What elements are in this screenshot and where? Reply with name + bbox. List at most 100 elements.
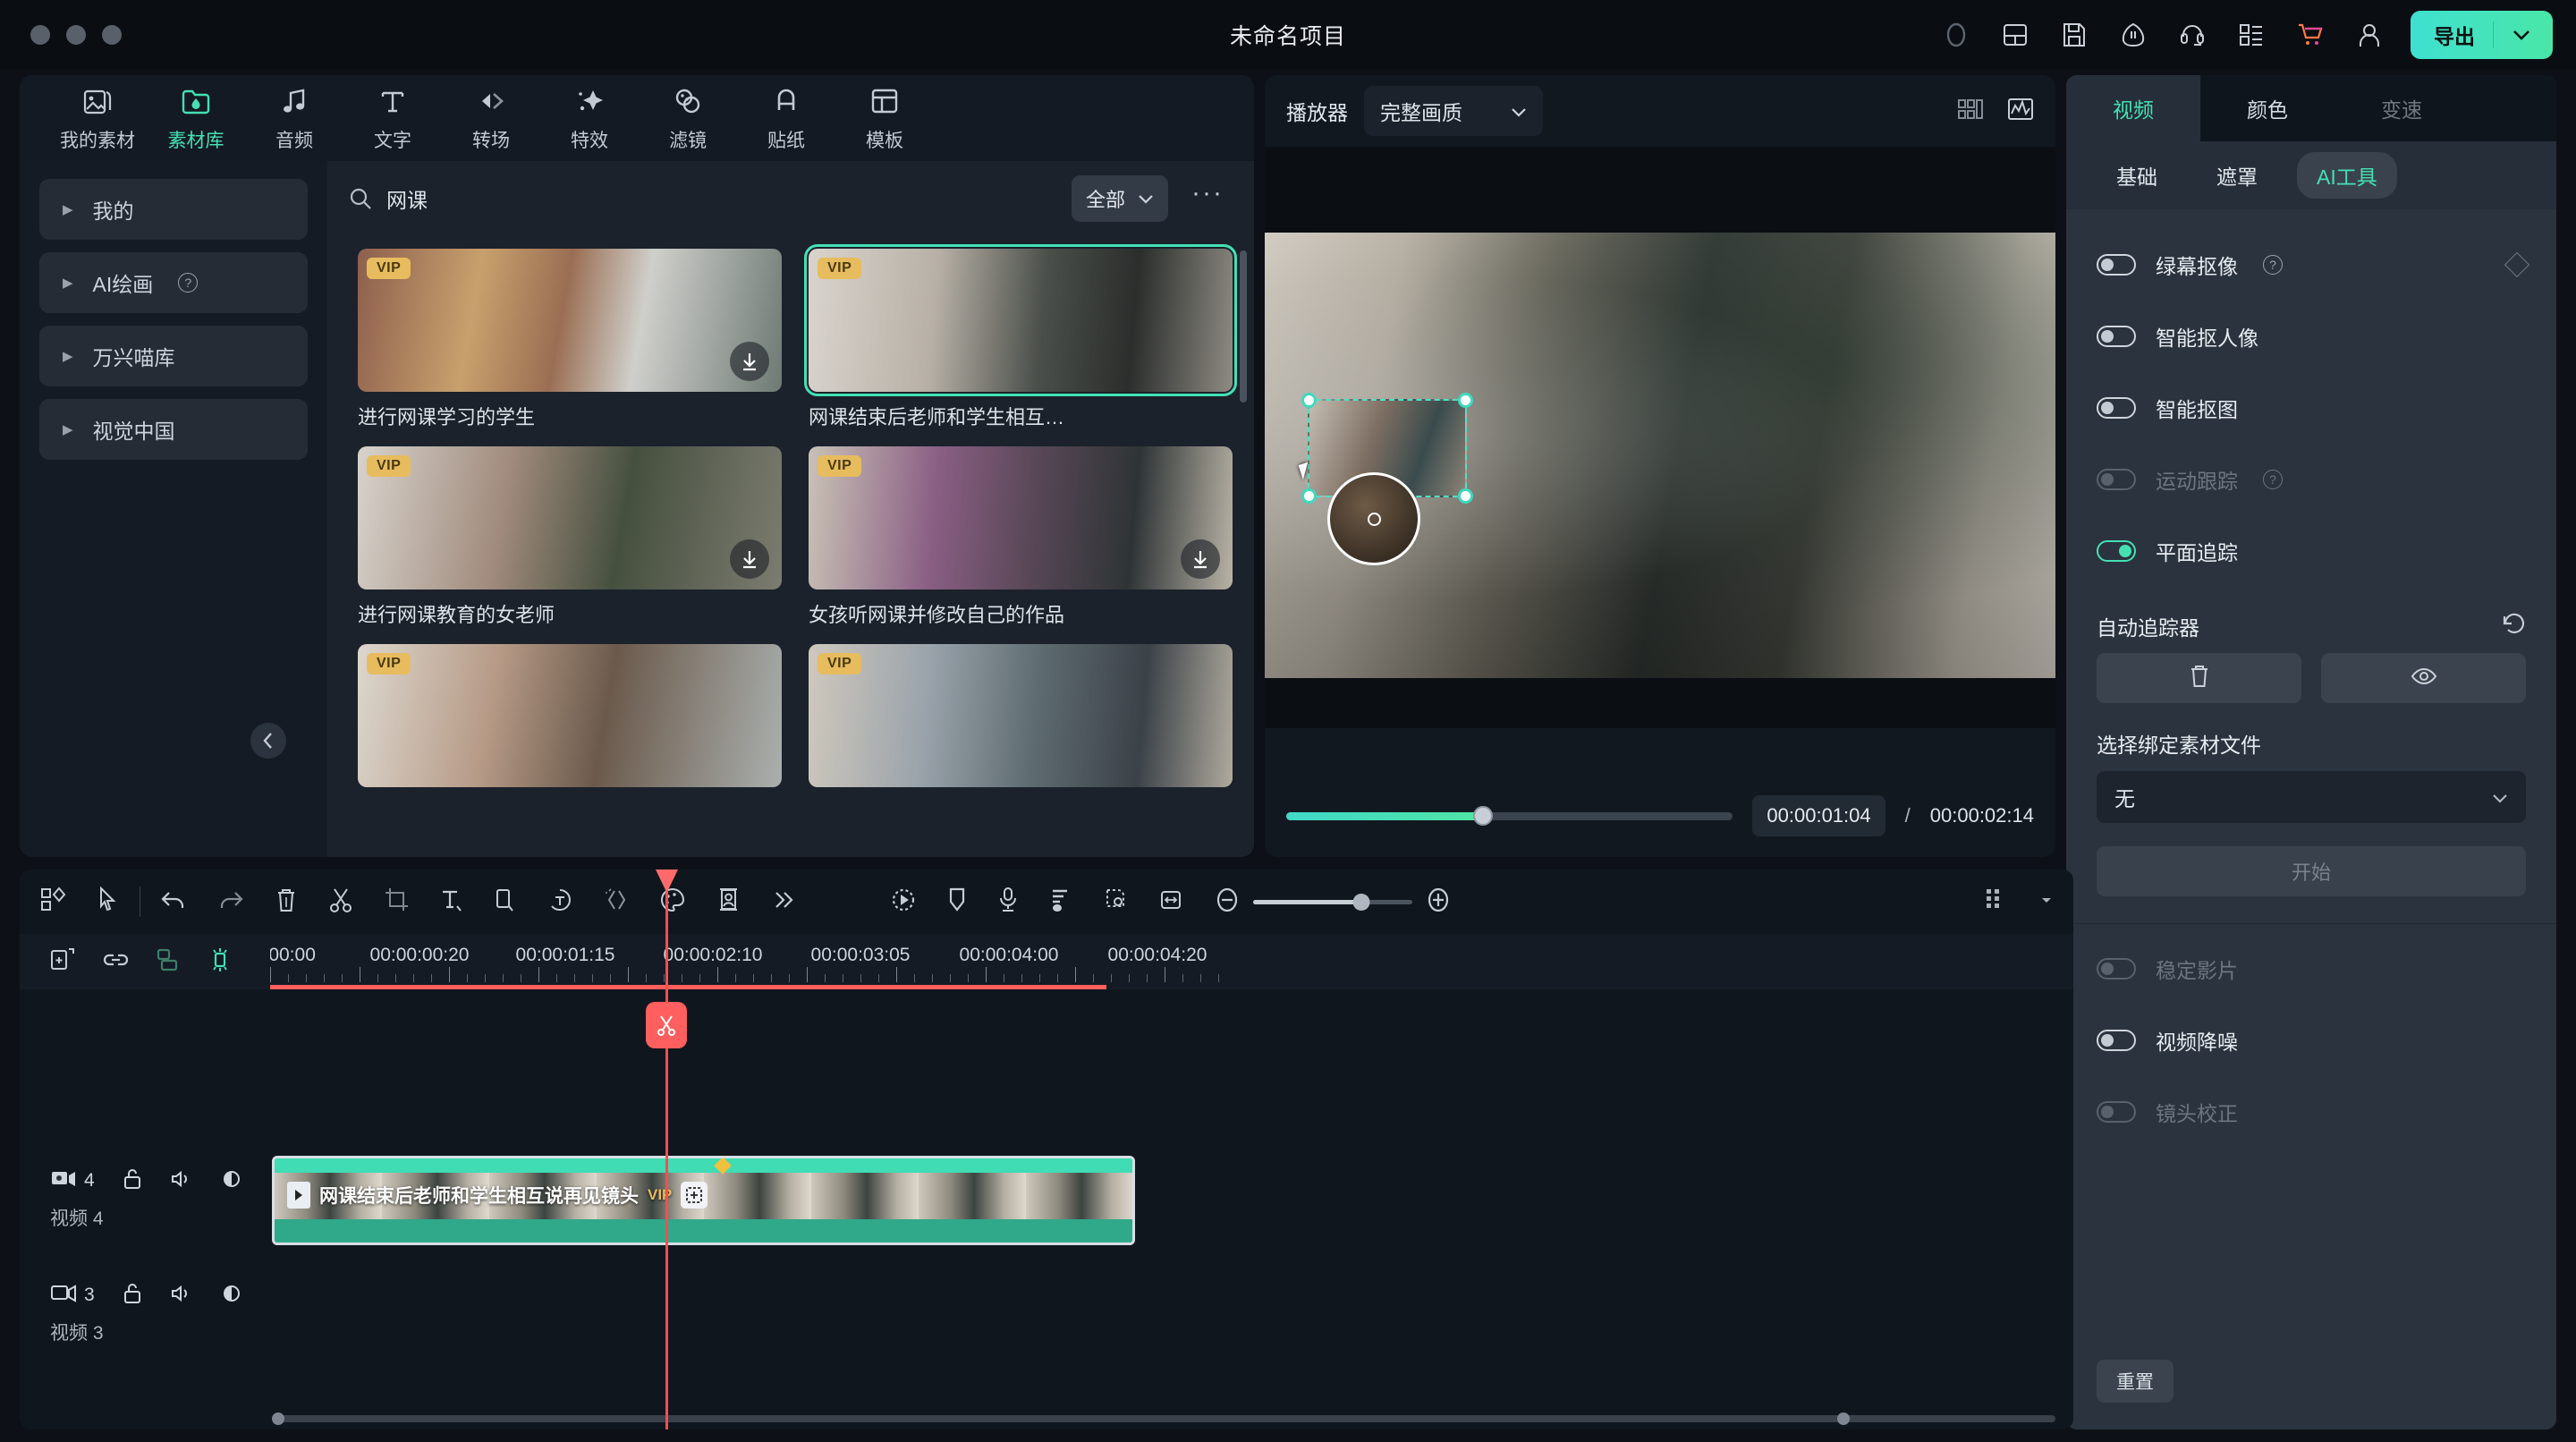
media-card[interactable]: VIP 进行网课教育的女老师 — [358, 446, 782, 628]
download-icon[interactable] — [730, 539, 769, 579]
subtab-basic[interactable]: 基础 — [2097, 152, 2177, 199]
waveform-scope-icon[interactable] — [2007, 97, 2034, 126]
chevron-down-icon[interactable] — [2512, 29, 2542, 41]
marker-icon[interactable] — [947, 886, 967, 918]
bind-media-select[interactable]: 无 — [2097, 771, 2526, 823]
download-icon[interactable] — [730, 342, 769, 381]
nav-tab-transition[interactable]: 转场 — [442, 84, 540, 153]
subtab-ai-tools[interactable]: AI工具 — [2297, 152, 2397, 199]
current-timecode[interactable]: 00:00:01:04 — [1752, 795, 1885, 836]
filter-all-dropdown[interactable]: 全部 — [1072, 175, 1169, 222]
media-card[interactable]: VIP — [358, 644, 782, 787]
more-chevrons-icon[interactable] — [772, 887, 795, 917]
auto-highlight-icon[interactable] — [208, 946, 233, 978]
media-thumbnail[interactable]: VIP — [358, 249, 782, 392]
start-tracking-button[interactable]: 开始 — [2097, 846, 2526, 896]
account-icon[interactable] — [2351, 17, 2387, 53]
nav-tab-my-media[interactable]: 我的素材 — [48, 84, 147, 153]
toggle-lens-correction[interactable] — [2097, 1101, 2136, 1123]
text-tool-icon[interactable] — [439, 886, 462, 918]
clip-play-icon[interactable] — [287, 1182, 310, 1209]
undo-reset-icon[interactable] — [2501, 613, 2526, 640]
zoom-in-button[interactable] — [1425, 886, 1452, 918]
more-options-icon[interactable]: ··· — [1182, 178, 1233, 219]
toggle-stabilization[interactable] — [2097, 958, 2136, 980]
close-window-button[interactable] — [30, 25, 50, 45]
toggle-motion-tracking[interactable] — [2097, 469, 2136, 490]
timeline-clip[interactable]: 网课结束后老师和学生相互说再见镜头 VIP — [272, 1156, 1135, 1245]
zoom-slider-knob[interactable] — [1352, 893, 1370, 911]
download-icon[interactable] — [1181, 539, 1220, 579]
apps-grid-icon[interactable] — [2233, 17, 2269, 53]
timeline-playhead[interactable] — [646, 869, 687, 1429]
toggle-green-screen[interactable] — [2097, 254, 2136, 276]
category-item-visual-china[interactable]: ▶ 视觉中国 — [39, 399, 308, 460]
speech-to-text-icon[interactable] — [547, 886, 573, 918]
scrollbar-handle-left[interactable] — [272, 1412, 284, 1425]
delete-icon[interactable] — [275, 886, 298, 918]
maximize-window-button[interactable] — [102, 25, 122, 45]
link-icon[interactable] — [102, 948, 129, 976]
playback-progress-slider[interactable] — [1286, 805, 1733, 826]
save-icon[interactable] — [2056, 17, 2092, 53]
record-icon[interactable] — [1938, 17, 1974, 53]
auto-beat-icon[interactable] — [1103, 886, 1128, 918]
motion-track-icon[interactable] — [890, 886, 917, 918]
media-thumbnail[interactable]: VIP — [809, 446, 1233, 590]
delete-tracker-button[interactable] — [2097, 653, 2301, 703]
media-card[interactable]: VIP 进行网课学习的学生 — [358, 249, 782, 430]
fit-width-icon[interactable] — [1158, 887, 1183, 917]
media-thumbnail[interactable]: VIP — [804, 244, 1237, 396]
category-item-wondershare-library[interactable]: ▶ 万兴喵库 — [39, 326, 308, 386]
media-card[interactable]: VIP 女孩听网课并修改自己的作品 — [809, 446, 1233, 628]
mic-record-icon[interactable] — [997, 886, 1019, 918]
nav-tab-audio[interactable]: 音频 — [245, 84, 343, 153]
speaker-icon[interactable] — [170, 1168, 193, 1194]
speaker-icon[interactable] — [170, 1283, 193, 1309]
toggle-video-denoise[interactable] — [2097, 1030, 2136, 1051]
clip-effect-icon[interactable] — [681, 1182, 708, 1209]
dropdown-caret-icon[interactable] — [2039, 894, 2054, 910]
portrait-cutout-icon[interactable] — [716, 886, 741, 918]
progress-knob[interactable] — [1472, 805, 1493, 826]
reset-button[interactable]: 重置 — [2097, 1360, 2174, 1403]
media-card[interactable]: VIP 网课结束后老师和学生相互… — [804, 244, 1237, 430]
redo-icon[interactable] — [217, 887, 244, 917]
subtab-mask[interactable]: 遮罩 — [2197, 152, 2277, 199]
keyframe-diamond-icon[interactable] — [2504, 251, 2530, 278]
timeline-ruler[interactable]: 00:00:00 00:00:00:20 00:00:01:15 00:00:0… — [20, 934, 2073, 989]
toggle-smart-cutout[interactable] — [2097, 397, 2136, 419]
nav-tab-sticker[interactable]: 贴纸 — [737, 84, 835, 153]
nav-tab-stock-library[interactable]: 素材库 — [147, 84, 245, 153]
headset-support-icon[interactable] — [2174, 17, 2210, 53]
media-thumbnail[interactable]: VIP — [809, 644, 1233, 787]
tab-speed[interactable]: 变速 — [2334, 75, 2469, 141]
undo-icon[interactable] — [160, 887, 187, 917]
resize-handle-tr[interactable] — [1458, 393, 1473, 408]
resize-handle-tl[interactable] — [1301, 393, 1317, 408]
color-palette-icon[interactable] — [659, 886, 686, 918]
media-thumbnail[interactable]: VIP — [358, 644, 782, 787]
timeline-horizontal-scrollbar[interactable] — [272, 1412, 2055, 1425]
quality-dropdown[interactable]: 完整画质 — [1364, 86, 1543, 136]
eye-icon[interactable] — [220, 1282, 243, 1310]
minimize-window-button[interactable] — [66, 25, 86, 45]
split-scissors-icon[interactable] — [328, 886, 353, 918]
collapse-sidebar-button[interactable] — [250, 723, 286, 759]
toggle-planar-tracking[interactable] — [2097, 540, 2136, 562]
layout-grid-icon[interactable] — [39, 886, 66, 918]
scrollbar-track[interactable] — [272, 1415, 2055, 1422]
mask-shape-icon[interactable] — [493, 886, 516, 918]
grid-view-icon[interactable] — [1957, 97, 1984, 126]
select-cursor-icon[interactable] — [97, 886, 120, 918]
export-button[interactable]: 导出 — [2411, 11, 2553, 59]
media-scrollbar[interactable] — [1240, 250, 1247, 403]
group-icon[interactable] — [156, 947, 181, 977]
media-thumbnail[interactable]: VIP — [358, 446, 782, 590]
window-traffic-lights[interactable] — [30, 25, 122, 45]
scrollbar-handle-right[interactable] — [1837, 1412, 1850, 1425]
nav-tab-filter[interactable]: 滤镜 — [639, 84, 737, 153]
cart-icon[interactable] — [2292, 17, 2328, 53]
help-icon[interactable]: ? — [2263, 470, 2283, 489]
cloud-upload-icon[interactable] — [2115, 17, 2151, 53]
